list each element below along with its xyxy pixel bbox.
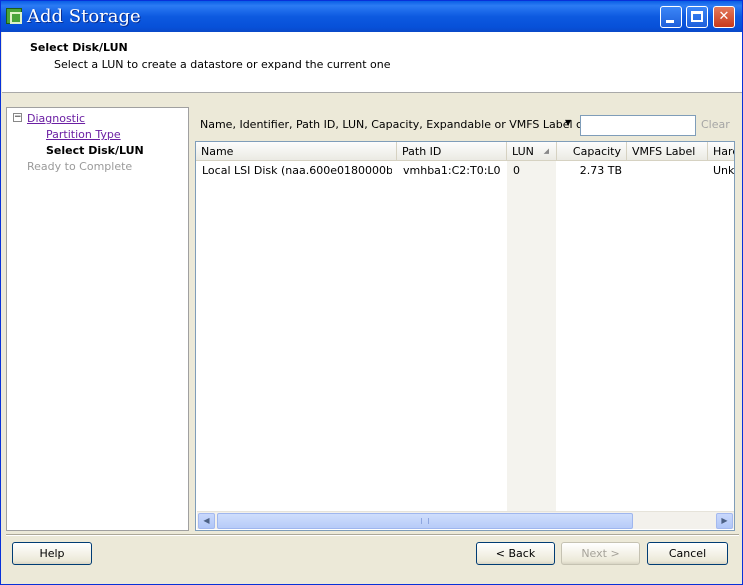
window-title: Add Storage <box>27 6 141 27</box>
maximize-icon <box>691 11 703 22</box>
cell-lun: 0 <box>513 164 520 177</box>
column-header-path-id[interactable]: Path ID <box>397 142 507 161</box>
wizard-steps-panel: − Diagnostic Partition Type Select Disk/… <box>6 107 189 531</box>
step-diagnostic[interactable]: Diagnostic <box>27 112 85 125</box>
cell-name: Local LSI Disk (naa.600e0180000b5... <box>202 164 392 177</box>
scroll-thumb[interactable] <box>217 513 633 529</box>
cancel-button[interactable]: Cancel <box>647 542 728 565</box>
clear-filter-link[interactable]: Clear <box>701 118 730 131</box>
column-header-hardware[interactable]: Hard <box>708 142 734 161</box>
maximize-button[interactable] <box>686 6 708 28</box>
cell-path-id: vmhba1:C2:T0:L0 <box>403 164 501 177</box>
column-header-capacity[interactable]: Capacity <box>557 142 627 161</box>
collapse-toggle-icon[interactable]: − <box>13 113 22 122</box>
column-header-lun[interactable]: LUN ◢ <box>507 142 557 161</box>
table-row[interactable]: Local LSI Disk (naa.600e0180000b5... vmh… <box>196 162 735 180</box>
wizard-header: Select Disk/LUN Select a LUN to create a… <box>2 32 742 93</box>
column-header-name[interactable]: Name <box>196 142 397 161</box>
step-partition-type[interactable]: Partition Type <box>46 128 121 141</box>
cell-capacity: 2.73 TB <box>579 164 622 177</box>
filter-column-selector[interactable]: Name, Identifier, Path ID, LUN, Capacity… <box>200 118 593 131</box>
column-header-lun-label: LUN <box>512 145 534 158</box>
minimize-icon <box>666 20 674 23</box>
dropdown-caret-icon[interactable]: ▼ <box>565 118 571 127</box>
footer-divider <box>6 534 739 536</box>
scroll-right-icon[interactable]: ▶ <box>716 513 733 529</box>
step-select-disk-lun: Select Disk/LUN <box>46 144 144 157</box>
table-header: Name Path ID LUN ◢ Capacity VMFS Label H… <box>196 142 734 161</box>
column-header-vmfs-label[interactable]: VMFS Label <box>627 142 708 161</box>
close-button[interactable]: ✕ <box>713 6 735 28</box>
scroll-left-icon[interactable]: ◀ <box>198 513 215 529</box>
minimize-button[interactable] <box>660 6 682 28</box>
lun-table: Name Path ID LUN ◢ Capacity VMFS Label H… <box>195 141 735 531</box>
sorted-column-highlight <box>507 161 556 511</box>
sort-ascending-icon: ◢ <box>543 147 549 155</box>
vsphere-app-icon <box>6 8 22 24</box>
step-title: Select Disk/LUN <box>30 41 128 54</box>
title-bar[interactable]: Add Storage ✕ <box>1 1 742 32</box>
close-icon: ✕ <box>718 9 730 24</box>
cell-hardware: Unkn <box>713 164 735 177</box>
step-ready-to-complete: Ready to Complete <box>27 160 133 173</box>
back-button[interactable]: < Back <box>476 542 555 565</box>
step-description: Select a LUN to create a datastore or ex… <box>54 58 391 71</box>
next-button[interactable]: Next > <box>561 542 640 565</box>
add-storage-window: Add Storage ✕ Select Disk/LUN Select a L… <box>0 0 743 585</box>
help-button[interactable]: Help <box>12 542 92 565</box>
horizontal-scrollbar[interactable]: ◀ ▶ <box>197 511 734 529</box>
filter-input[interactable] <box>580 115 696 136</box>
grip-icon <box>421 518 429 524</box>
